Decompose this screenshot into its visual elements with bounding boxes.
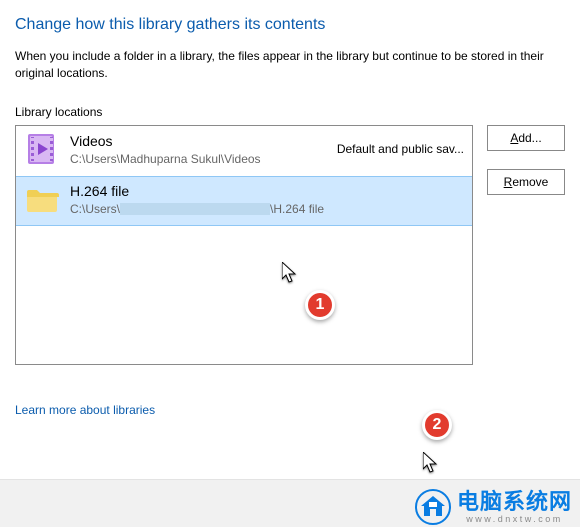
brand-url: www.dnxtw.com — [457, 515, 572, 524]
add-button[interactable]: Add... — [487, 125, 565, 151]
annotation-marker: 1 — [305, 290, 335, 320]
item-name: H.264 file — [70, 183, 464, 200]
item-path: C:\Users\\H.264 file — [70, 202, 464, 216]
library-locations-list[interactable]: Videos C:\Users\Madhuparna Sukul\Videos … — [15, 125, 473, 365]
learn-more-link[interactable]: Learn more about libraries — [15, 403, 155, 417]
dialog-description: When you include a folder in a library, … — [15, 48, 565, 83]
item-path: C:\Users\Madhuparna Sukul\Videos — [70, 152, 321, 166]
brand-name: 电脑系统网 — [457, 491, 572, 513]
video-library-icon — [24, 132, 60, 166]
annotation-marker: 2 — [422, 410, 452, 440]
folder-icon — [24, 186, 60, 214]
list-item[interactable]: Videos C:\Users\Madhuparna Sukul\Videos … — [16, 126, 472, 176]
dialog-title: Change how this library gathers its cont… — [15, 16, 565, 34]
redacted-segment — [120, 203, 270, 215]
item-name: Videos — [70, 133, 321, 150]
section-label: Library locations — [15, 105, 565, 119]
watermark: 电脑系统网 www.dnxtw.com — [415, 489, 572, 525]
house-icon — [415, 489, 451, 525]
list-item[interactable]: H.264 file C:\Users\\H.264 file — [16, 176, 472, 226]
item-status: Default and public sav... — [331, 142, 464, 156]
remove-button[interactable]: Remove — [487, 169, 565, 195]
